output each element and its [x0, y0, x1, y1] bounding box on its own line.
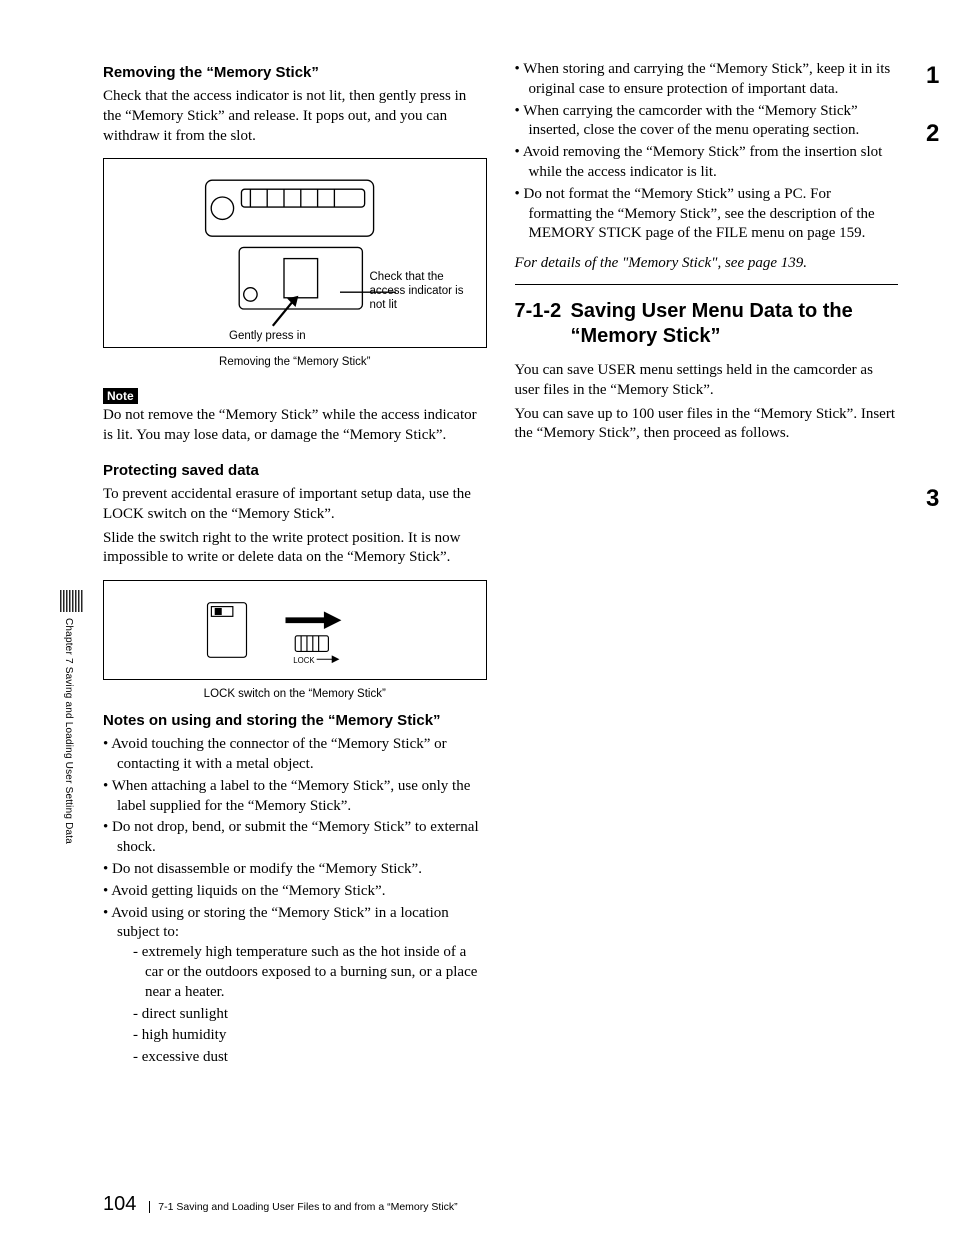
list-item: Do not drop, bend, or submit the “Memory…	[103, 818, 487, 858]
figure-caption-remove: Removing the “Memory Stick”	[103, 356, 487, 368]
heading-notes-using: Notes on using and storing the “Memory S…	[103, 712, 487, 729]
section-rule	[515, 284, 899, 285]
para-intro-1: You can save USER menu settings held in …	[515, 361, 899, 401]
procedure-steps: Set the MENU ON/OFF switch to ON. The la…	[926, 60, 954, 771]
list-item: Do not format the “Memory Stick” using a…	[515, 185, 899, 244]
list-item: high humidity	[133, 1026, 487, 1046]
step-3: Turn the MENU knob to move the ➜ mark to…	[926, 489, 954, 772]
list-item: When storing and carrying the “Memory St…	[515, 60, 899, 100]
para-details-memory-stick: For details of the "Memory Stick", see p…	[515, 254, 899, 274]
note-text: Do not remove the “Memory Stick” while t…	[103, 406, 487, 446]
list-item-label: Avoid using or storing the “Memory Stick…	[111, 905, 449, 941]
step-1: Set the MENU ON/OFF switch to ON. The la…	[926, 60, 954, 110]
footer-section-title: 7-1 Saving and Loading User Files to and…	[149, 1201, 457, 1213]
para-removing: Check that the access indicator is not l…	[103, 87, 487, 146]
list-item: Avoid using or storing the “Memory Stick…	[103, 904, 487, 1068]
side-tab-decoration	[60, 590, 84, 612]
list-item: direct sunlight	[133, 1005, 487, 1025]
right-top-bullets: When storing and carrying the “Memory St…	[515, 60, 899, 244]
list-item: Avoid removing the “Memory Stick” from t…	[515, 143, 899, 183]
figure-label-access-indicator: Check that the access indicator is not l…	[370, 271, 480, 312]
notes-list: Avoid touching the connector of the “Mem…	[103, 735, 487, 1068]
list-item: excessive dust	[133, 1048, 487, 1068]
heading-number: 7-1-2	[515, 299, 571, 324]
figure-label-gently-press: Gently press in	[229, 330, 306, 344]
side-tab-chapter: Chapter 7 Saving and Loading User Settin…	[63, 618, 74, 844]
svg-text:LOCK: LOCK	[293, 656, 315, 665]
figure-remove-memory-stick: Check that the access indicator is not l…	[103, 158, 487, 348]
list-item: Avoid touching the connector of the “Mem…	[103, 735, 487, 775]
para-intro-2: You can save up to 100 user files in the…	[515, 405, 899, 445]
figure-caption-lock: LOCK switch on the “Memory Stick”	[103, 688, 487, 700]
figure-lock-switch: LOCK	[103, 580, 487, 680]
heading-7-1-2: 7-1-2Saving User Menu Data to the “Memor…	[515, 299, 899, 349]
list-item: When attaching a label to the “Memory St…	[103, 777, 487, 817]
para-protect-1: To prevent accidental erasure of importa…	[103, 485, 487, 525]
heading-protecting: Protecting saved data	[103, 462, 487, 479]
step-2: Turn the MENU knob until the USER FILE p…	[926, 124, 954, 475]
illustration-lock-switch: LOCK	[114, 591, 476, 669]
page-footer: 104 7-1 Saving and Loading User Files to…	[103, 1193, 458, 1216]
list-item: When carrying the camcorder with the “Me…	[515, 102, 899, 142]
list-item: Avoid getting liquids on the “Memory Sti…	[103, 882, 487, 902]
list-item: Do not disassemble or modify the “Memory…	[103, 860, 487, 880]
page-number: 104	[103, 1193, 136, 1215]
para-protect-2: Slide the switch right to the write prot…	[103, 529, 487, 569]
notes-sublist: extremely high temperature such as the h…	[133, 943, 487, 1068]
note-badge: Note	[103, 388, 138, 404]
heading-removing: Removing the “Memory Stick”	[103, 64, 487, 81]
list-item: extremely high temperature such as the h…	[133, 943, 487, 1002]
heading-title: Saving User Menu Data to the “Memory Sti…	[571, 300, 853, 347]
